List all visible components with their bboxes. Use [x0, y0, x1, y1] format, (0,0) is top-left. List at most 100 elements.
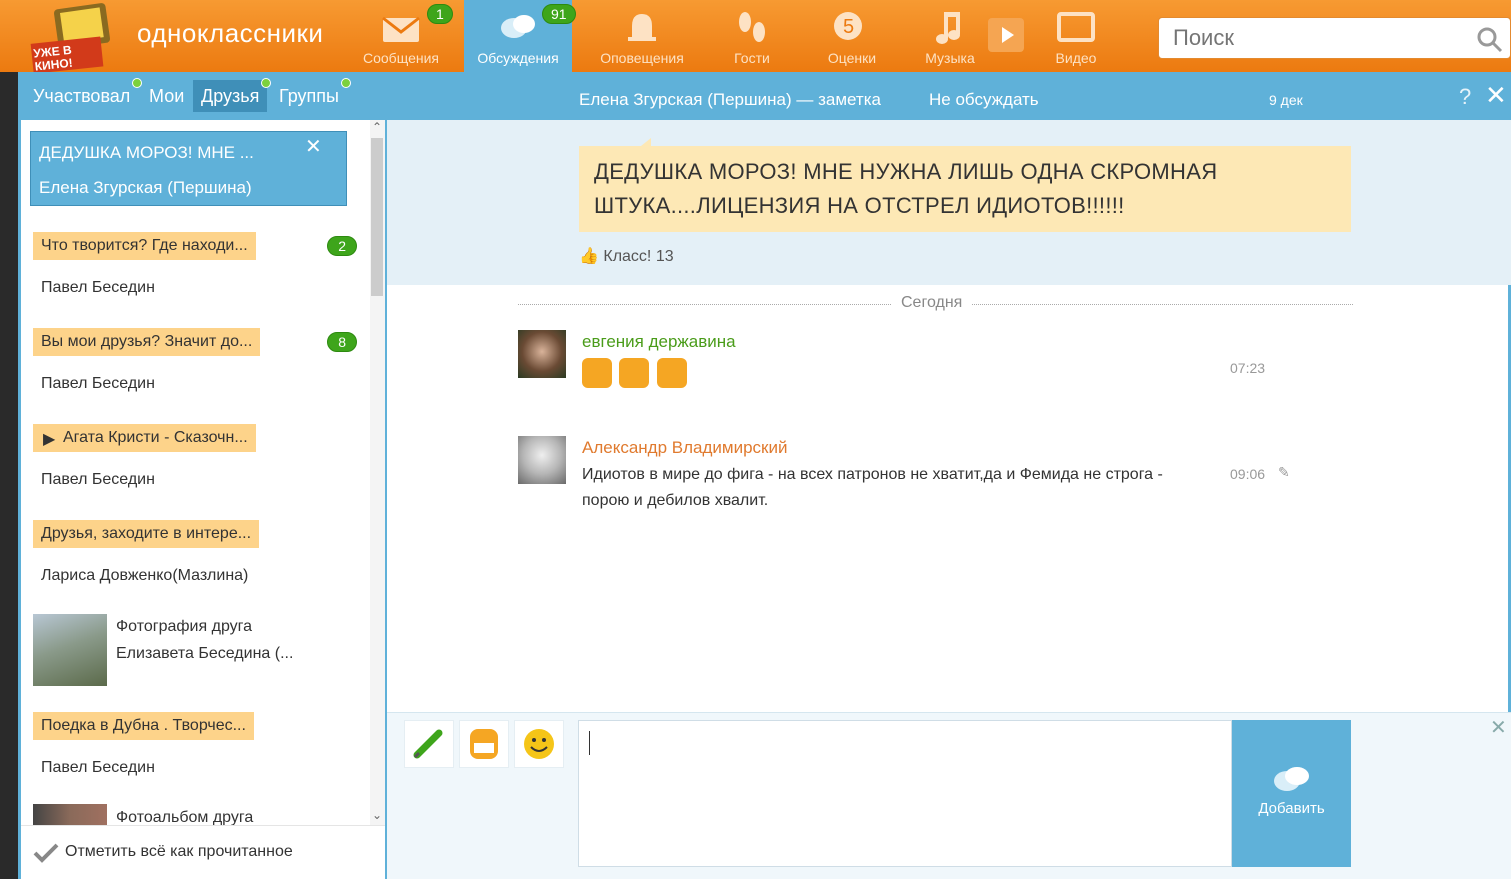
note-bubble-tail — [641, 138, 651, 146]
nav-music-label: Музыка — [925, 50, 975, 66]
marker-tool-button[interactable] — [404, 720, 454, 768]
tab-mine-label: Мои — [149, 86, 185, 106]
laughing-emoji-icon — [656, 358, 687, 388]
nav-guests-label: Гости — [734, 50, 770, 66]
conversation-author: Павел Беседин — [41, 759, 155, 776]
site-logo-text[interactable]: одноклассники — [137, 18, 323, 49]
nav-ratings[interactable]: 5 Оценки — [798, 0, 906, 72]
conversation-scrollbar[interactable]: ⌃ ⌄ — [370, 120, 385, 825]
list-item[interactable]: Что творится? Где находи... 2 Павел Бесе… — [33, 232, 357, 297]
list-item[interactable]: Друзья, заходите в интере... Лариса Довж… — [33, 520, 351, 585]
conversation-title: ▶ Агата Кристи - Сказочн... — [33, 424, 256, 452]
marker-icon — [413, 729, 443, 759]
conversation-author: Лариса Довженко(Мазлина) — [41, 567, 249, 584]
conversation-author: Павел Беседин — [41, 471, 155, 488]
nav-discussions[interactable]: 91 Обсуждения — [464, 0, 576, 72]
discussions-panel: Участвовал Мои Друзья Группы Елена Згурс… — [18, 72, 1511, 879]
smiley-button[interactable] — [514, 720, 564, 768]
list-item[interactable]: Фотоальбом друга — [33, 804, 351, 825]
mark-all-read-bar[interactable]: Отметить всё как прочитанное — [21, 825, 385, 879]
today-label: Сегодня — [891, 294, 973, 312]
play-icon: ▶ — [43, 431, 56, 448]
conversation-item-active[interactable]: ДЕДУШКА МОРОЗ! МНЕ ... Елена Згурская (П… — [30, 131, 347, 206]
nav-notifications[interactable]: Оповещения — [588, 0, 696, 72]
conversation-title: Друзья, заходите в интере... — [33, 520, 260, 548]
list-item[interactable]: Фотография друга Елизавета Беседина (... — [33, 614, 351, 688]
conversation-title: Вы мои друзья? Значит до... — [33, 328, 261, 356]
close-compose-icon[interactable]: ✕ — [1490, 715, 1507, 740]
close-icon[interactable]: ✕ — [1485, 80, 1507, 111]
scroll-thumb[interactable] — [371, 138, 383, 296]
tab-friends-label: Друзья — [201, 86, 260, 106]
add-comment-button[interactable]: Добавить — [1232, 720, 1351, 867]
nav-video-label: Видео — [1055, 50, 1097, 66]
tab-friends[interactable]: Друзья — [193, 78, 272, 112]
thumbs-up-icon: 👍 — [579, 248, 599, 265]
play-icon — [1002, 27, 1014, 43]
conversation-title-text: Агата Кристи - Сказочн... — [63, 429, 248, 446]
music-note-icon — [936, 12, 960, 44]
chat-bubbles-icon — [1273, 767, 1309, 791]
envelope-icon — [382, 16, 420, 42]
conversation-title: Фотоальбом друга — [116, 809, 254, 825]
conversation-title: Что творится? Где находи... — [33, 232, 256, 260]
discussion-header: Елена Згурская (Першина) — заметка Не об… — [387, 72, 1511, 120]
svg-text:5: 5 — [843, 16, 854, 38]
class-like[interactable]: 👍 Класс! 13 — [579, 246, 674, 266]
tab-groups-label: Группы — [279, 86, 339, 106]
nav-messages-label: Сообщения — [363, 50, 439, 66]
avatar[interactable] — [518, 330, 566, 378]
messages-badge: 1 — [427, 4, 453, 24]
discussion-date: 9 дек — [1269, 92, 1303, 108]
conversation-title: Поедка в Дубна . Творчес... — [33, 712, 254, 740]
list-item[interactable]: ▶ Агата Кристи - Сказочн... Павел Беседин — [33, 424, 351, 489]
list-item[interactable]: Вы мои друзья? Значит до... 8 Павел Бесе… — [33, 328, 357, 393]
nav-video[interactable]: Видео — [1022, 0, 1130, 72]
sticker-button[interactable] — [459, 720, 509, 768]
comment-time: 09:06 — [1230, 466, 1266, 482]
avatar[interactable] — [518, 436, 566, 484]
rating-five-icon: 5 — [834, 12, 862, 40]
nav-messages[interactable]: 1 Сообщения — [347, 0, 455, 72]
new-indicator-dot — [261, 78, 272, 88]
new-indicator-dot — [340, 78, 351, 88]
conversation-title: Фотография друга — [116, 618, 253, 635]
tab-participated[interactable]: Участвовал — [25, 78, 143, 112]
chat-bubbles-icon — [501, 15, 535, 38]
unread-count-badge: 8 — [327, 332, 357, 352]
emoji-row — [582, 358, 687, 393]
checkmark-icon — [33, 843, 59, 863]
comment-input[interactable] — [578, 720, 1232, 867]
tab-mine[interactable]: Мои — [141, 80, 192, 112]
nav-guests[interactable]: Гости — [698, 0, 806, 72]
promo-logo[interactable]: УЖЕ В КИНО! — [28, 0, 128, 74]
laughing-emoji-icon — [619, 358, 650, 388]
search-box — [1158, 17, 1511, 59]
comment-author[interactable]: евгения державина — [582, 332, 736, 352]
scroll-down-icon[interactable]: ⌄ — [372, 808, 382, 822]
comment-author[interactable]: Александр Владимирский — [582, 438, 787, 458]
nav-ratings-label: Оценки — [827, 50, 877, 66]
discussions-badge: 91 — [542, 4, 576, 24]
search-input[interactable] — [1159, 18, 1479, 58]
tab-participated-label: Участвовал — [33, 86, 131, 106]
conversation-author: Елизавета Беседина (... — [116, 645, 294, 662]
video-icon — [1057, 12, 1095, 42]
remove-conversation-icon[interactable]: ✕ — [305, 134, 322, 159]
search-icon[interactable] — [1476, 26, 1504, 54]
help-icon[interactable]: ? — [1459, 84, 1471, 110]
music-play-button[interactable] — [988, 18, 1024, 52]
no-discuss-button[interactable]: Не обсуждать — [929, 90, 1039, 110]
list-item[interactable]: Поедка в Дубна . Творчес... Павел Беседи… — [33, 712, 351, 777]
conversation-author: Елена Згурская (Першина) — [39, 178, 252, 197]
scroll-up-icon[interactable]: ⌃ — [372, 120, 382, 134]
discussion-title[interactable]: Елена Згурская (Першина) — заметка — [579, 90, 881, 110]
laughing-emoji-icon — [582, 358, 612, 388]
discussion-filter-tabs: Участвовал Мои Друзья Группы — [21, 72, 386, 120]
edit-pencil-icon[interactable]: ✎ — [1278, 464, 1290, 481]
note-area: ДЕДУШКА МОРОЗ! МНЕ НУЖНА ЛИШЬ ОДНА СКРОМ… — [387, 120, 1511, 285]
tab-groups[interactable]: Группы — [271, 78, 351, 112]
add-comment-label: Добавить — [1258, 800, 1325, 817]
comment-text: Идиотов в мире до фига - на всех патроно… — [582, 466, 1163, 509]
unread-count-badge: 2 — [327, 236, 357, 256]
